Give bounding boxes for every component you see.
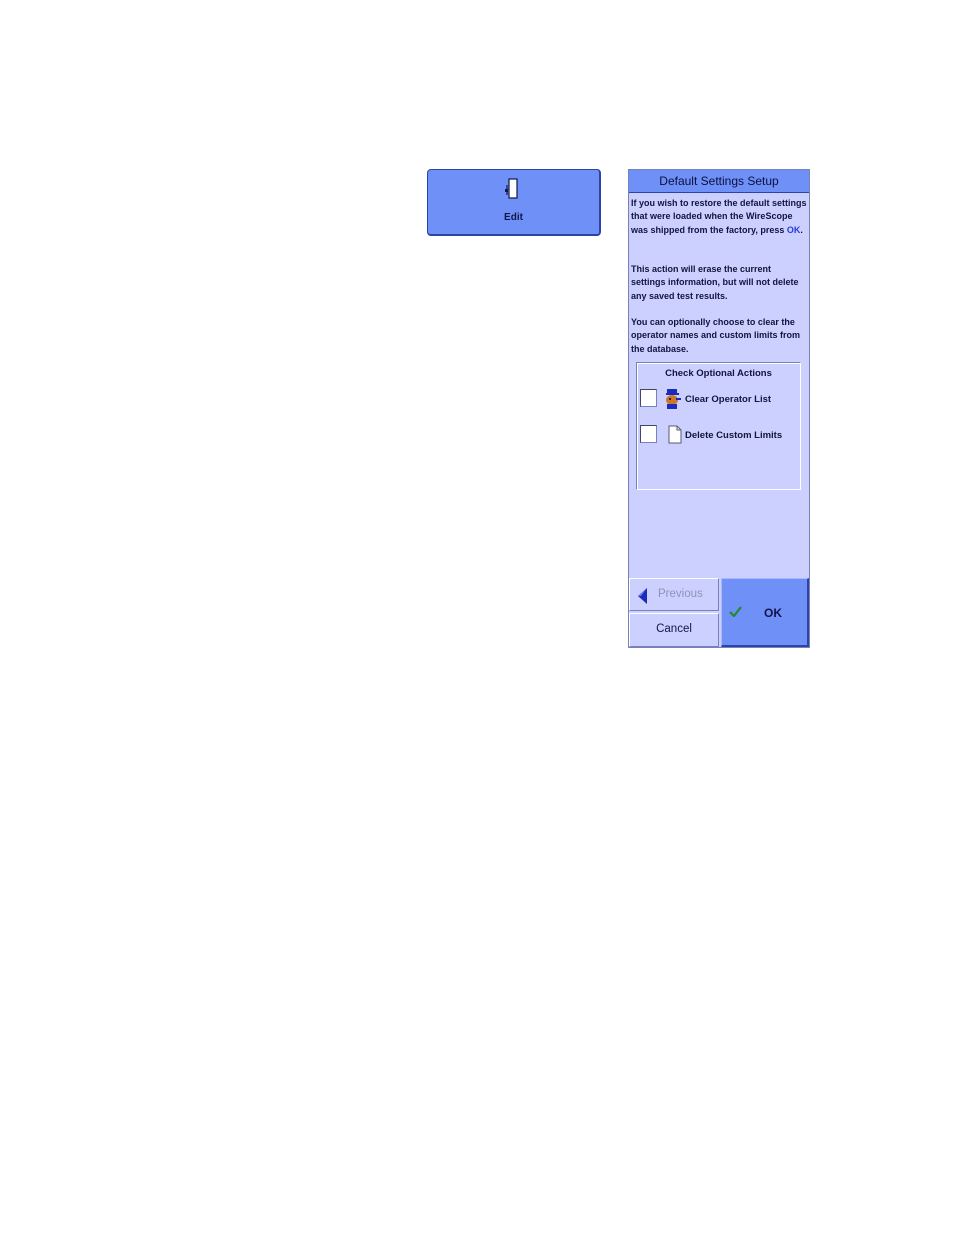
default-settings-dialog: Default Settings Setup If you wish to re… [628, 169, 810, 648]
back-arrow-icon [638, 588, 647, 604]
erase-warning: This action will erase the current setti… [631, 264, 799, 301]
ok-button[interactable]: OK [721, 578, 809, 647]
restore-instructions: If you wish to restore the default setti… [631, 197, 807, 237]
edit-icon [505, 178, 518, 199]
document-icon [668, 425, 682, 444]
checkmark-icon [729, 606, 742, 617]
previous-button[interactable]: Previous [629, 578, 719, 611]
delete-custom-limits-checkbox[interactable] [640, 425, 657, 443]
clear-operator-list-checkbox[interactable] [640, 389, 657, 407]
optional-actions-group: Check Optional Actions Clear Operator Li… [636, 362, 801, 490]
operator-icon [666, 389, 681, 409]
optional-info: You can optionally choose to clear the o… [631, 317, 801, 354]
ok-reference: OK [786, 224, 801, 235]
delete-custom-limits-label: Delete Custom Limits [685, 430, 783, 441]
dialog-title: Default Settings Setup [629, 170, 809, 193]
cancel-label: Cancel [656, 623, 692, 635]
clear-operator-list-option[interactable]: Clear Operator List [640, 389, 800, 411]
ok-label: OK [764, 606, 782, 620]
cancel-button[interactable]: Cancel [629, 613, 719, 647]
previous-label: Previous [658, 588, 703, 600]
restore-text: If you wish to restore the default setti… [631, 198, 807, 235]
edit-button[interactable]: Edit [427, 169, 601, 236]
dialog-button-area: Previous Cancel OK [629, 576, 809, 647]
clear-operator-list-label: Clear Operator List [685, 394, 772, 405]
optional-actions-title: Check Optional Actions [665, 368, 772, 379]
page: Edit Default Settings Setup If you wish … [0, 0, 954, 1235]
edit-label: Edit [504, 212, 523, 223]
delete-custom-limits-option[interactable]: Delete Custom Limits [640, 425, 800, 447]
restore-text-end: . [800, 224, 803, 235]
